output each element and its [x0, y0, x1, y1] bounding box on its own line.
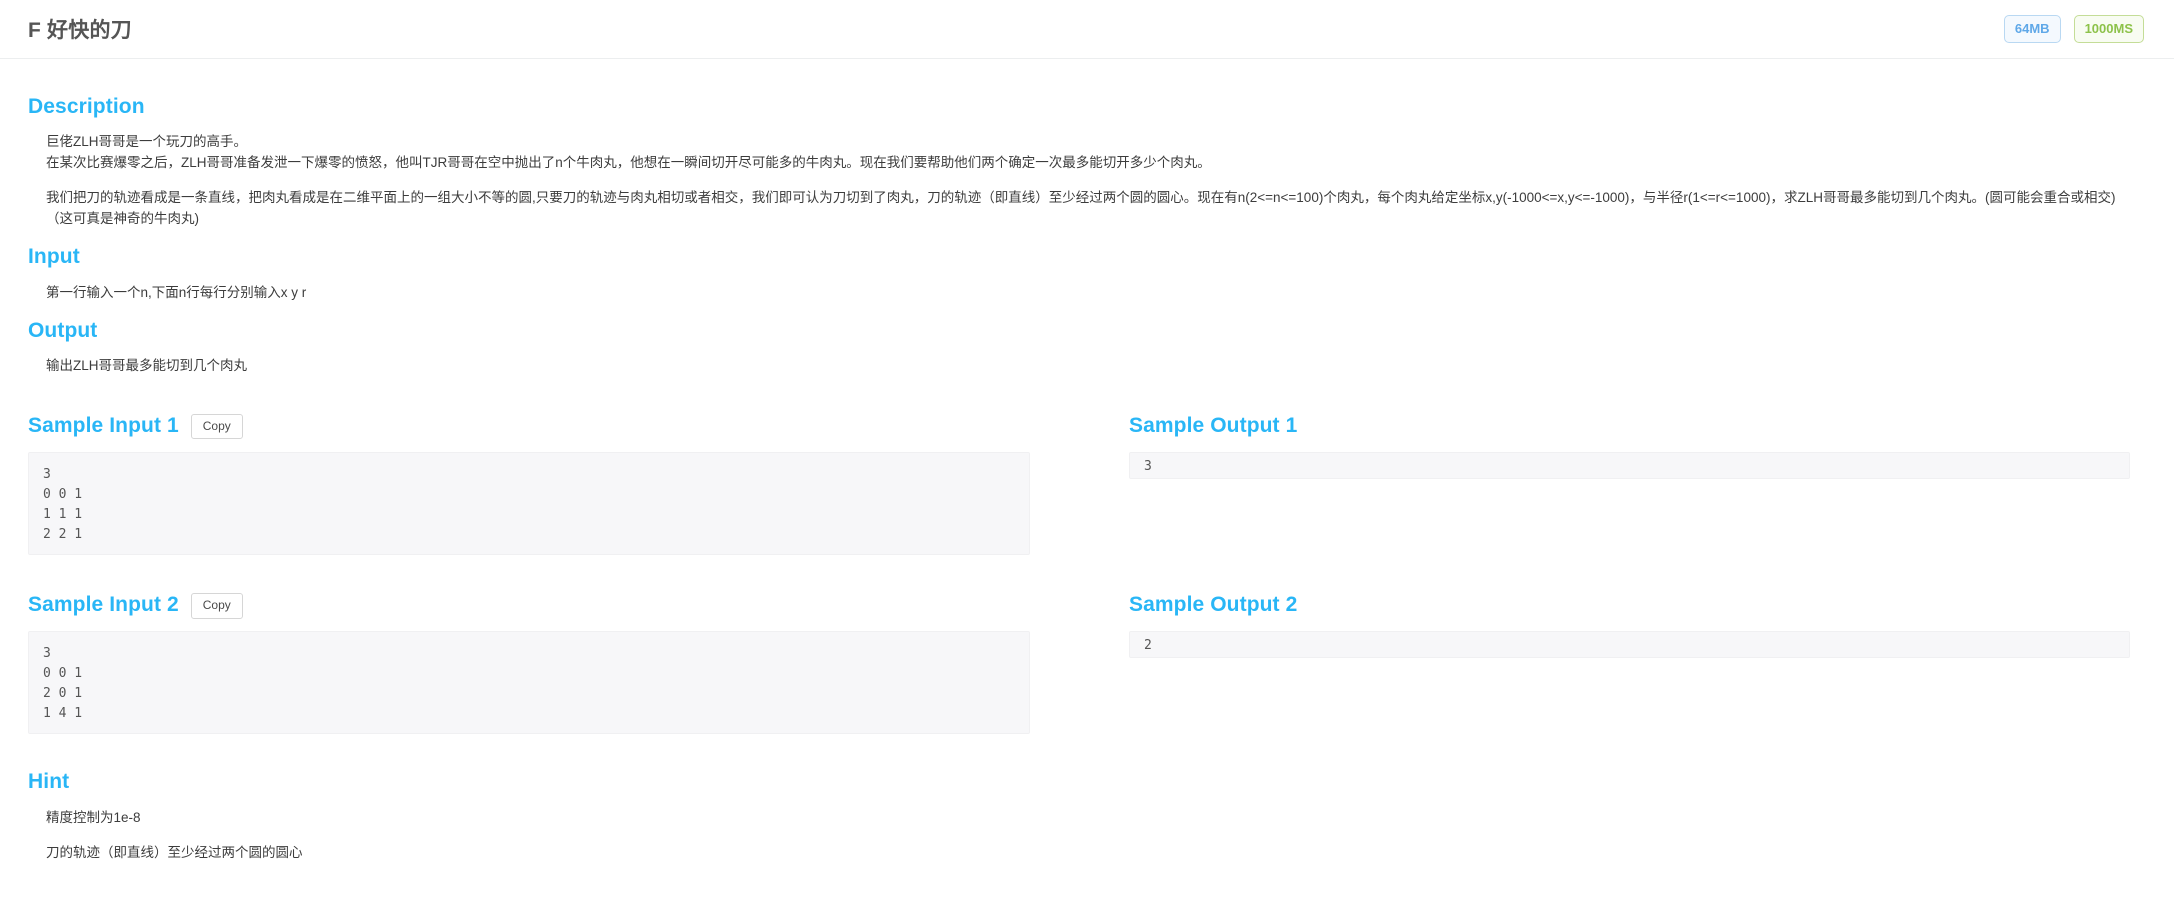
sample-pair-2: Sample Input 2 Copy 3 0 0 1 2 0 1 1 4 1 … — [28, 577, 2146, 735]
section-heading-sample-output-2-label: Sample Output 2 — [1129, 593, 1298, 617]
section-heading-sample-input-1: Sample Input 1 Copy — [28, 412, 1073, 440]
sample-input-2-code: 3 0 0 1 2 0 1 1 4 1 — [28, 631, 1030, 735]
section-heading-sample-output-2: Sample Output 2 — [1129, 591, 2146, 618]
sample-input-1-code: 3 0 0 1 1 1 1 2 2 1 — [28, 452, 1030, 556]
section-heading-sample-output-1: Sample Output 1 — [1129, 412, 2146, 439]
section-heading-sample-input-2-label: Sample Input 2 — [28, 593, 179, 617]
copy-sample-input-2-button[interactable]: Copy — [190, 593, 243, 619]
sample-output-1-code: 3 — [1129, 452, 2130, 480]
section-heading-description-label: Description — [28, 95, 145, 118]
section-heading-output-label: Output — [28, 318, 98, 342]
section-heading-description: Description — [28, 93, 2146, 120]
page-title: F 好快的刀 — [28, 19, 132, 42]
section-heading-sample-input-2: Sample Input 2 Copy — [28, 591, 1073, 619]
hint-body: 精度控制为1e-8 刀的轨迹（即直线）至少经过两个圆的圆心 — [28, 807, 2146, 863]
hint-line-1: 精度控制为1e-8 — [46, 809, 141, 825]
section-heading-input-label: Input — [28, 245, 80, 269]
status-badge-time-limit: 1000MS — [2073, 15, 2144, 43]
output-body: 输出ZLH哥哥最多能切到几个肉丸 — [28, 355, 2146, 376]
status-badge-memory-limit: 64MB — [2003, 15, 2061, 43]
description-paragraph-2: 我们把刀的轨迹看成是一条直线，把肉丸看成是在二维平面上的一组大小不等的圆,只要刀… — [46, 190, 2129, 227]
copy-sample-input-1-button[interactable]: Copy — [190, 413, 243, 440]
hint-line-2: 刀的轨迹（即直线）至少经过两个圆的圆心 — [46, 844, 303, 860]
sample-pair-1: Sample Input 1 Copy 3 0 0 1 1 1 1 2 2 1 … — [28, 398, 2146, 556]
description-paragraph-1: 巨佬ZLH哥哥是一个玩刀的高手。 在某次比赛爆零之后，ZLH哥哥准备发泄一下爆零… — [46, 134, 1211, 171]
description-body: 巨佬ZLH哥哥是一个玩刀的高手。 在某次比赛爆零之后，ZLH哥哥准备发泄一下爆零… — [28, 131, 2146, 229]
sample-output-2-cell: Sample Output 2 2 — [1101, 577, 2146, 734]
page-header: F 好快的刀 64MB 1000MS — [0, 0, 2174, 59]
sample-output-1-cell: Sample Output 1 3 — [1101, 398, 2146, 555]
sample-input-2-cell: Sample Input 2 Copy 3 0 0 1 2 0 1 1 4 1 — [28, 577, 1073, 735]
section-heading-output: Output — [28, 317, 2146, 344]
section-heading-sample-output-1-label: Sample Output 1 — [1129, 413, 1298, 437]
section-heading-hint-label: Hint — [28, 770, 70, 794]
output-description: 输出ZLH哥哥最多能切到几个肉丸 — [46, 357, 248, 373]
section-heading-sample-input-1-label: Sample Input 1 — [28, 413, 179, 437]
limits-badges: 64MB 1000MS — [2003, 15, 2146, 43]
hint-section: Hint 精度控制为1e-8 刀的轨迹（即直线）至少经过两个圆的圆心 — [28, 768, 2146, 862]
input-body: 第一行输入一个n,下面n行每行分别输入x y r — [28, 282, 2146, 303]
sample-input-1-cell: Sample Input 1 Copy 3 0 0 1 1 1 1 2 2 1 — [28, 398, 1073, 556]
input-description: 第一行输入一个n,下面n行每行分别输入x y r — [46, 284, 307, 300]
section-heading-input: Input — [28, 243, 2146, 270]
sample-output-2-code: 2 — [1129, 631, 2130, 659]
problem-content: Description 巨佬ZLH哥哥是一个玩刀的高手。 在某次比赛爆零之后，Z… — [0, 59, 2174, 863]
section-heading-hint: Hint — [28, 768, 2146, 795]
